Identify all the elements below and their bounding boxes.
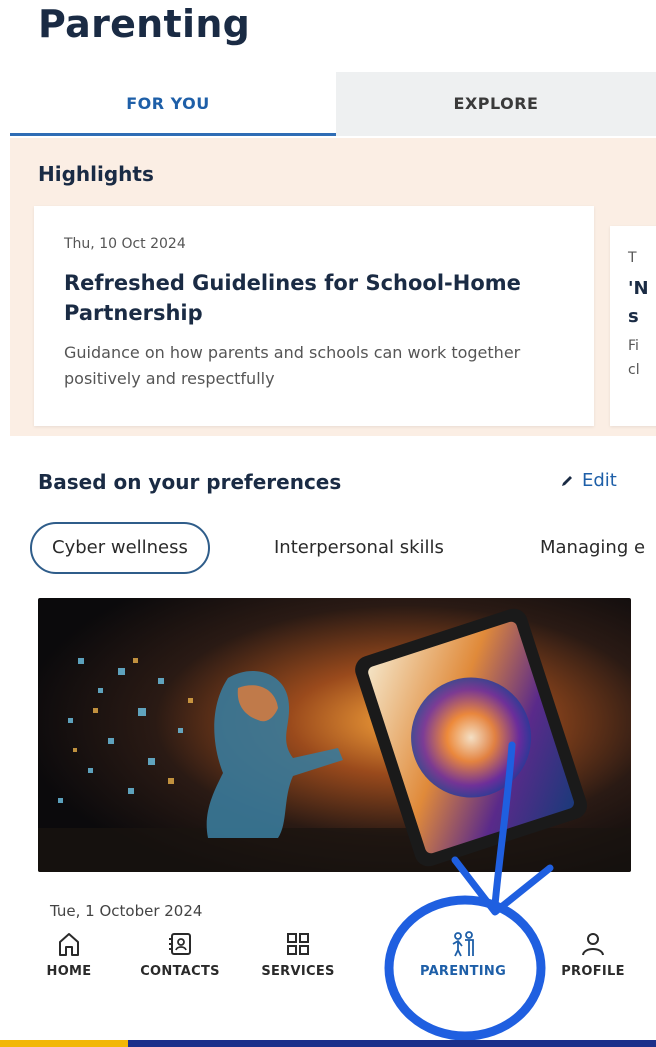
nav-home[interactable]: HOME <box>21 920 117 979</box>
nav-contacts-label: CONTACTS <box>140 964 220 979</box>
parenting-icon <box>452 931 474 957</box>
nav-profile[interactable]: PROFILE <box>545 920 641 979</box>
bottom-navigation: HOME CONTACTS SERVICES PARENTING PROFILE <box>0 920 656 1000</box>
profile-icon <box>582 933 604 956</box>
footer-bar-gold <box>0 1040 128 1047</box>
card-description: Guidance on how parents and schools can … <box>64 343 521 388</box>
preferences-heading: Based on your preferences <box>38 470 342 494</box>
nav-parenting-label: PARENTING <box>419 964 507 979</box>
edit-label: Edit <box>582 470 617 491</box>
tab-explore-label: EXPLORE <box>453 94 539 113</box>
page-title: Parenting <box>38 2 251 46</box>
highlights-heading: Highlights <box>38 162 154 186</box>
edit-preferences-button[interactable]: Edit <box>560 470 617 491</box>
tab-for-you-label: FOR YOU <box>126 94 210 113</box>
card-title: Refreshed Guidelines for School-Home Par… <box>64 271 521 325</box>
card-description-line2: cl <box>628 362 640 378</box>
tab-explore[interactable]: EXPLORE <box>336 72 656 136</box>
chip-managing[interactable]: Managing e <box>540 522 645 574</box>
card-date: Thu, 10 Oct 2024 <box>64 236 186 252</box>
highlights-section: Highlights Thu, 10 Oct 2024 Refreshed Gu… <box>10 138 656 436</box>
active-tab-indicator <box>10 133 336 136</box>
tab-bar: FOR YOU EXPLORE <box>0 72 656 136</box>
nav-parenting[interactable]: PARENTING <box>415 920 511 979</box>
grid-icon <box>287 933 309 955</box>
pencil-icon <box>562 475 572 486</box>
article-hero-image[interactable] <box>38 598 631 872</box>
card-date: T <box>628 250 637 266</box>
tab-for-you[interactable]: FOR YOU <box>0 72 336 136</box>
contacts-icon <box>169 933 191 955</box>
footer-bar-blue <box>128 1040 656 1047</box>
highlight-card-partial[interactable]: T 'N s Fi cl <box>610 226 656 426</box>
home-icon <box>59 933 79 956</box>
nav-home-label: HOME <box>46 964 92 979</box>
preference-chips: Cyber wellness Interpersonal skills Mana… <box>30 522 656 578</box>
highlight-card[interactable]: Thu, 10 Oct 2024 Refreshed Guidelines fo… <box>34 206 594 426</box>
card-title: 'N <box>628 278 649 299</box>
article-date: Tue, 1 October 2024 <box>50 902 203 920</box>
nav-profile-label: PROFILE <box>561 964 625 979</box>
nav-services-label: SERVICES <box>261 964 335 979</box>
chip-cyber-wellness[interactable]: Cyber wellness <box>30 522 210 574</box>
hero-illustration <box>38 598 631 872</box>
card-description: Fi <box>628 338 639 354</box>
card-title-line2: s <box>628 306 639 327</box>
nav-contacts[interactable]: CONTACTS <box>132 920 228 979</box>
nav-services[interactable]: SERVICES <box>250 920 346 979</box>
chip-interpersonal-skills[interactable]: Interpersonal skills <box>274 522 444 574</box>
